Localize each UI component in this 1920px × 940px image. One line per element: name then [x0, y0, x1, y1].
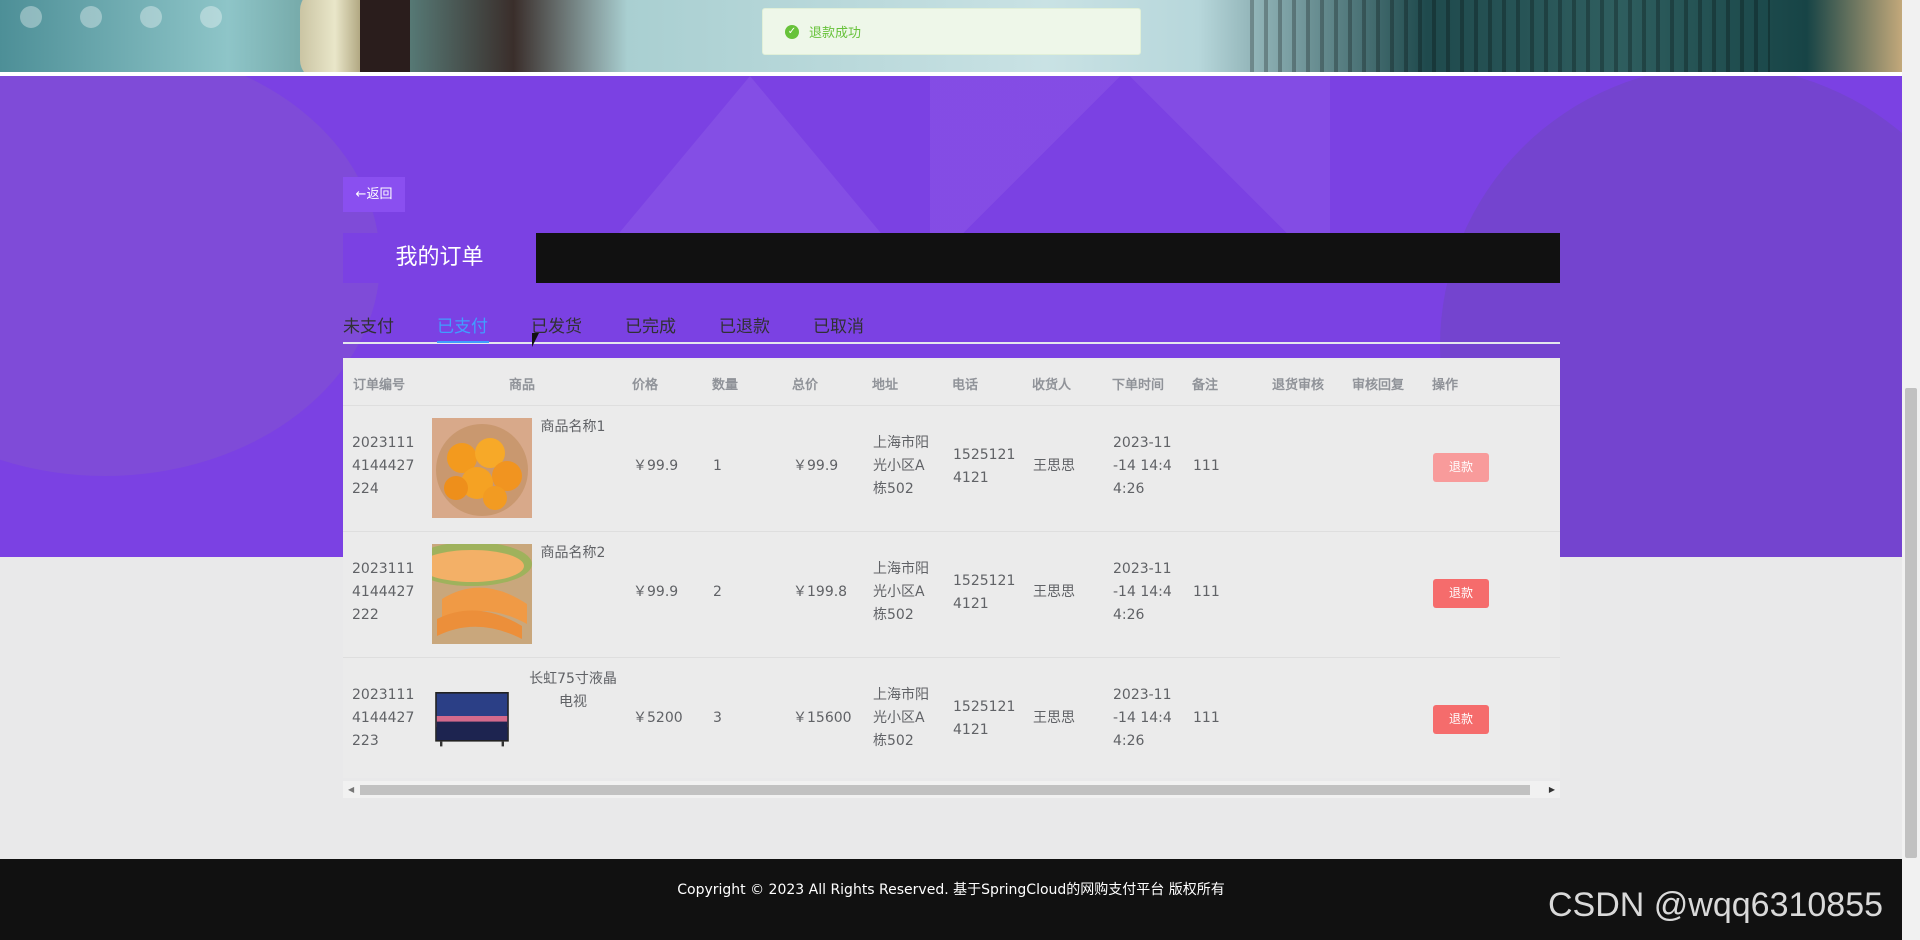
column-header: 地址 [872, 378, 899, 393]
table-row: 2023111 4144427 222 商品名称2 ￥99.9 2 ￥199.8 上… [343, 532, 1560, 658]
banner-bottle-shape [360, 0, 410, 72]
order-time: 2023-11 -14 14:4 4:26 [1113, 687, 1172, 749]
tab-unpaid[interactable]: 未支付 [343, 312, 394, 337]
title-bar: 我的订单 [343, 233, 1560, 283]
phone: 1525121 4121 [953, 573, 1016, 612]
mouse-cursor-icon [532, 333, 539, 347]
column-header: 下单时间 [1112, 378, 1165, 393]
column-header: 收货人 [1032, 378, 1072, 393]
order-time: 2023-11 -14 14:4 4:26 [1113, 435, 1172, 497]
note: 111 [1193, 710, 1220, 726]
melon-fruit-image [432, 544, 532, 644]
page-title: 我的订单 [343, 233, 536, 283]
back-button[interactable]: ←返回 [343, 177, 405, 212]
column-header: 审核回复 [1352, 378, 1405, 393]
page-vertical-scrollbar[interactable] [1902, 0, 1920, 940]
orders-table: 订单编号 商品 价格 数量 总价 地址 电话 收货人 下单时间 备注 退货审核 … [343, 358, 1560, 784]
refund-button[interactable]: 退款 [1433, 453, 1489, 482]
receiver: 王思思 [1033, 710, 1075, 726]
scrollbar-thumb[interactable] [360, 785, 1530, 795]
scroll-right-arrow-icon[interactable]: ▶ [1549, 785, 1555, 794]
address: 上海市阳 光小区A 栋502 [873, 435, 929, 497]
table-row: 2023111 4144427 224 商品名称1 ￥99.9 1 ￥99.9 上海… [343, 406, 1560, 532]
column-header: 订单编号 [353, 378, 406, 393]
column-header: 数量 [712, 378, 739, 393]
quantity: 3 [713, 710, 722, 726]
phone: 1525121 4121 [953, 447, 1016, 486]
total-price: ￥15600 [793, 710, 852, 726]
price: ￥99.9 [633, 458, 679, 474]
order-status-tabs: 未支付 已支付 已发货 已完成 已退款 已取消 [343, 308, 1560, 344]
quantity: 2 [713, 584, 722, 600]
column-header: 总价 [792, 378, 819, 393]
table-horizontal-scrollbar[interactable]: ◀ ▶ [343, 781, 1560, 798]
banner-stripes [1250, 0, 1770, 72]
price: ￥99.9 [633, 584, 679, 600]
column-header: 价格 [632, 378, 659, 393]
tab-refunded[interactable]: 已退款 [719, 312, 770, 337]
orange-fruit-image [432, 418, 532, 518]
order-id: 2023111 4144427 223 [352, 687, 415, 749]
table-row: 2023111 4144427 223 长虹75寸液晶 电视 ￥5200 3 ￥156… [343, 658, 1560, 784]
refund-button[interactable]: 退款 [1433, 579, 1489, 608]
success-toast: ✓ 退款成功 [762, 8, 1141, 55]
column-header: 备注 [1192, 378, 1219, 393]
check-circle-icon: ✓ [785, 24, 799, 39]
price: ￥5200 [633, 710, 683, 726]
receiver: 王思思 [1033, 458, 1075, 474]
product-name: 长虹75寸液晶 电视 [529, 671, 617, 710]
total-price: ￥99.9 [793, 458, 839, 474]
column-header: 电话 [952, 378, 979, 393]
quantity: 1 [713, 458, 722, 474]
total-price: ￥199.8 [793, 584, 848, 600]
tab-paid[interactable]: 已支付 [437, 312, 488, 337]
column-header: 操作 [1432, 378, 1459, 393]
scrollbar-thumb[interactable] [1905, 388, 1917, 858]
column-header: 退货审核 [1272, 378, 1325, 393]
receiver: 王思思 [1033, 584, 1075, 600]
active-tab-indicator [437, 341, 489, 343]
tab-completed[interactable]: 已完成 [625, 312, 676, 337]
note: 111 [1193, 584, 1220, 600]
scroll-left-arrow-icon[interactable]: ◀ [348, 785, 354, 794]
column-header: 商品 [509, 378, 536, 393]
address: 上海市阳 光小区A 栋502 [873, 687, 929, 749]
refund-button[interactable]: 退款 [1433, 705, 1489, 734]
watermark: CSDN @wqq6310855 [1548, 886, 1884, 924]
order-time: 2023-11 -14 14:4 4:26 [1113, 561, 1172, 623]
product-name: 商品名称2 [540, 545, 606, 561]
phone: 1525121 4121 [953, 699, 1016, 738]
product-name: 商品名称1 [540, 419, 606, 435]
tv-image [432, 680, 512, 760]
order-id: 2023111 4144427 224 [352, 435, 415, 497]
order-id: 2023111 4144427 222 [352, 561, 415, 623]
note: 111 [1193, 458, 1220, 474]
toast-message: 退款成功 [809, 26, 862, 41]
address: 上海市阳 光小区A 栋502 [873, 561, 929, 623]
tab-cancelled[interactable]: 已取消 [813, 312, 864, 337]
